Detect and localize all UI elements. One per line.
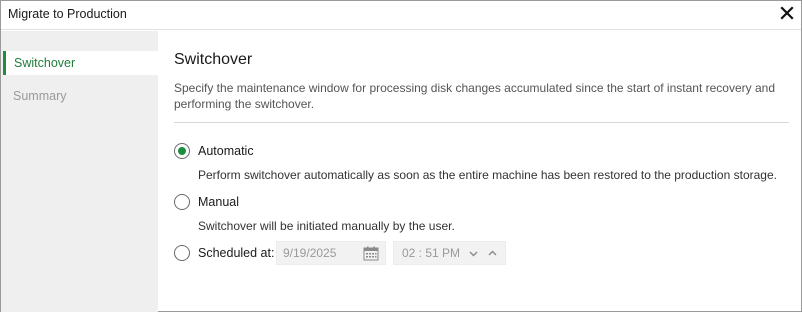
schedule-time-field[interactable]: 02 : 51 PM [393,241,506,265]
scheduled-radio[interactable] [174,245,190,261]
calendar-icon[interactable] [363,246,379,261]
schedule-time-value: 02 : 51 PM [402,246,461,260]
window-title: Migrate to Production [8,7,127,21]
title-bar: Migrate to Production [1,1,801,30]
schedule-date-value: 9/19/2025 [283,246,337,260]
close-icon[interactable] [779,5,795,21]
automatic-description: Perform switchover automatically as soon… [198,168,777,182]
automatic-label[interactable]: Automatic [198,144,254,158]
divider [174,122,789,123]
chevron-down-icon[interactable] [469,249,478,258]
page-title: Switchover [174,51,253,68]
page-description: Specify the maintenance window for proce… [174,81,775,111]
sidebar-item-summary[interactable]: Summary [3,84,158,108]
main-content: Switchover Specify the maintenance windo… [158,31,801,311]
chevron-up-icon[interactable] [488,249,497,258]
scheduled-label[interactable]: Scheduled at: [198,246,274,260]
manual-radio[interactable] [174,194,190,210]
sidebar-item-switchover[interactable]: Switchover [3,51,158,75]
migrate-dialog: Migrate to Production Switchover Summary… [0,0,802,312]
automatic-radio[interactable] [174,143,190,159]
manual-description: Switchover will be initiated manually by… [198,219,455,233]
wizard-sidebar: Switchover Summary [1,31,158,312]
manual-label[interactable]: Manual [198,195,239,209]
schedule-date-field[interactable]: 9/19/2025 [276,241,386,265]
